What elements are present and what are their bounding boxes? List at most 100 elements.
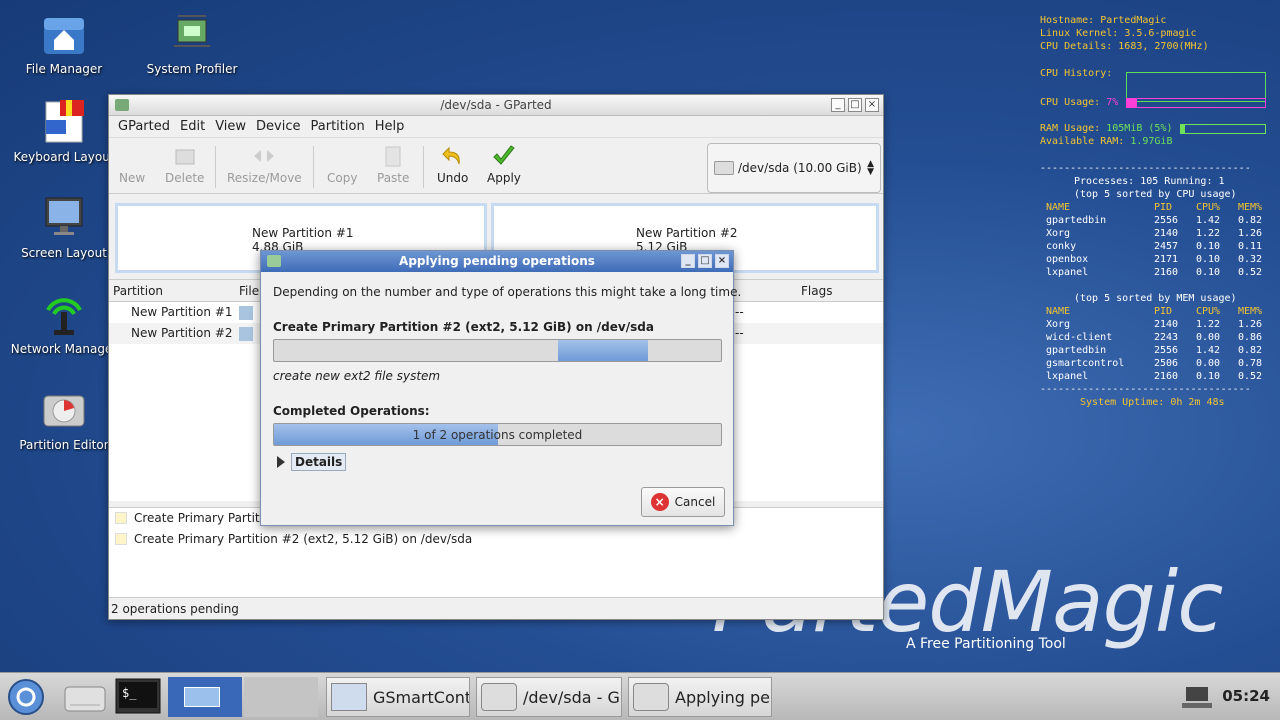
process-cell: lxpanel <box>1046 267 1089 278</box>
partition-map-name: New Partition #1 <box>252 226 354 240</box>
window-title: /dev/sda - GParted <box>440 98 552 112</box>
desktop-icon-screen-layout[interactable]: Screen Layout <box>4 194 124 260</box>
process-cell: openbox <box>1046 254 1089 265</box>
kernel-label: Linux Kernel: <box>1040 28 1119 39</box>
desktop-icon-keyboard-layout[interactable]: Keyboard Layout <box>4 98 124 164</box>
desktop-icon-network-manager[interactable]: Network Manager <box>4 290 124 356</box>
wireless-antenna-icon <box>40 290 88 338</box>
menu-gparted[interactable]: GParted <box>113 119 175 134</box>
top-cpu-title: (top 5 sorted by CPU usage) <box>1074 189 1237 200</box>
svg-text:$_: $_ <box>122 686 137 700</box>
list-item[interactable]: Create Primary Partition #2 (ext2, 5.12 … <box>109 529 883 550</box>
uptime-value: 0h 2m 48s <box>1170 397 1225 408</box>
cancel-button[interactable]: × Cancel <box>641 487 725 517</box>
process-cell: 2457 <box>1154 241 1179 252</box>
sub-operation-text: create new ext2 file system <box>273 369 441 383</box>
monitor-icon <box>40 194 88 242</box>
process-cell: 1.22 <box>1196 228 1221 239</box>
process-row: lxpanel 2160 0.10 0.52 <box>1040 370 1272 383</box>
task-gsmartcontrol[interactable]: GSmartCont... <box>326 677 470 717</box>
row-value: -- <box>735 326 744 340</box>
close-button[interactable]: × <box>715 254 729 268</box>
dialog-titlebar[interactable]: Applying pending operations _ □ × <box>261 251 733 272</box>
checkmark-icon <box>492 144 516 168</box>
start-menu-button[interactable] <box>4 677 48 717</box>
process-cell: Xorg <box>1046 228 1071 239</box>
menu-help[interactable]: Help <box>370 119 410 134</box>
column-partition[interactable]: Partition <box>113 284 163 298</box>
partition-name: New Partition #2 <box>131 326 233 340</box>
kernel-value: 3.5.6-pmagic <box>1124 28 1197 39</box>
close-button[interactable]: × <box>865 98 879 112</box>
process-row: Xorg 2140 1.22 1.26 <box>1040 227 1272 240</box>
process-cell: 2160 <box>1154 267 1179 278</box>
menu-device[interactable]: Device <box>251 119 305 134</box>
col-name: NAME <box>1046 202 1071 213</box>
pulse-indicator <box>558 340 648 361</box>
top-cpu-header: NAME PID CPU% MEM% <box>1040 201 1272 214</box>
clock[interactable]: 05:24 <box>1222 687 1270 705</box>
process-cell: 2556 <box>1154 215 1179 226</box>
available-ram-label: Available RAM: <box>1040 136 1125 147</box>
desktop-icon-system-profiler[interactable]: System Profiler <box>132 10 252 76</box>
task-gparted[interactable]: /dev/sda - G... <box>476 677 622 717</box>
uptime-label: System Uptime: <box>1080 397 1165 408</box>
paste-button[interactable]: Paste <box>377 144 409 185</box>
menu-edit[interactable]: Edit <box>175 119 210 134</box>
process-row: lxpanel 2160 0.10 0.52 <box>1040 266 1272 279</box>
delete-button[interactable]: Delete <box>165 144 204 185</box>
operation-icon <box>115 533 127 545</box>
current-operation-text: Create Primary Partition #2 (ext2, 5.12 … <box>273 320 654 334</box>
process-cell: gsmartcontrol <box>1046 358 1125 369</box>
process-cell: 0.10 <box>1196 241 1221 252</box>
desktop-icon-partition-editor[interactable]: Partition Editor <box>4 386 124 452</box>
process-cell: 0.86 <box>1238 332 1263 343</box>
gparted-app-icon <box>115 99 129 111</box>
gparted-titlebar[interactable]: /dev/sda - GParted _ □ × <box>109 95 883 116</box>
resize-move-button[interactable]: Resize/Move <box>227 144 302 185</box>
cpu-usage-value: 7% <box>1106 97 1119 108</box>
minimize-button[interactable]: _ <box>831 98 845 112</box>
apply-button[interactable]: Apply <box>487 144 521 185</box>
cancel-label: Cancel <box>674 495 716 509</box>
completed-operations-progress: 1 of 2 operations completed <box>273 423 722 446</box>
menu-partition[interactable]: Partition <box>306 119 370 134</box>
process-cell: gpartedbin <box>1046 215 1107 226</box>
gparted-app-icon <box>267 255 281 267</box>
minimize-button[interactable]: _ <box>681 254 695 268</box>
process-cell: 0.82 <box>1238 215 1263 226</box>
column-flags[interactable]: Flags <box>801 284 832 298</box>
separator-line: ----------------------------------- <box>1040 163 1251 174</box>
task-applying-operations[interactable]: Applying pe... <box>628 677 772 717</box>
task-label: Applying pe... <box>675 687 771 707</box>
device-selector[interactable]: /dev/sda (10.00 GiB) ▲ ▼ <box>707 143 881 193</box>
workspace-window-preview <box>184 687 220 707</box>
process-cell: 0.82 <box>1238 345 1263 356</box>
menu-view[interactable]: View <box>210 119 251 134</box>
partition-name: New Partition #1 <box>131 305 233 319</box>
desktop-icon-file-manager[interactable]: File Manager <box>4 10 124 76</box>
terminal-launcher[interactable]: $_ <box>114 677 162 717</box>
menubar: GParted Edit View Device Partition Help <box>109 116 883 138</box>
process-cell: 0.00 <box>1196 358 1221 369</box>
column-file-system[interactable]: File <box>239 284 259 298</box>
desktop-icon-label: Partition Editor <box>19 438 109 452</box>
copy-button[interactable]: Copy <box>327 144 357 185</box>
desktop-icon-label: System Profiler <box>146 62 238 76</box>
delete-label: Delete <box>165 171 205 185</box>
workspace-1[interactable] <box>168 677 242 717</box>
undo-button[interactable]: Undo <box>437 144 468 185</box>
new-button[interactable]: New <box>119 144 145 185</box>
workspace-2[interactable] <box>244 677 318 717</box>
maximize-button[interactable]: □ <box>698 254 712 268</box>
details-expander[interactable]: Details <box>277 453 347 471</box>
desktop-icon-label: Keyboard Layout <box>13 150 115 164</box>
network-tray-icon[interactable] <box>1172 677 1222 717</box>
process-row: openbox 2171 0.10 0.32 <box>1040 253 1272 266</box>
expander-arrow-icon <box>277 456 285 468</box>
desktop-icon-label: Screen Layout <box>21 246 107 260</box>
details-label: Details <box>291 453 347 471</box>
drive-launcher[interactable] <box>62 677 108 717</box>
maximize-button[interactable]: □ <box>848 98 862 112</box>
progress-text: 1 of 2 operations completed <box>412 428 583 442</box>
